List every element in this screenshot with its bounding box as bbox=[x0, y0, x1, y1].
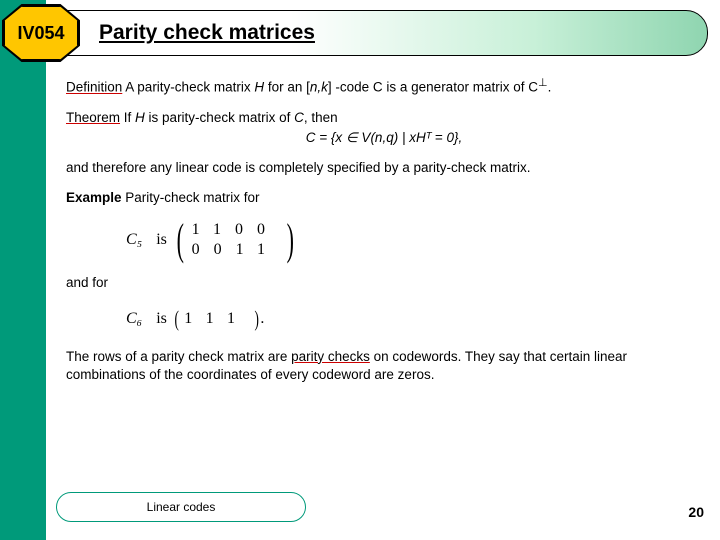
left-paren-icon: ( bbox=[177, 220, 184, 260]
definition-line: Definition A parity-check matrix H for a… bbox=[66, 76, 702, 97]
definition-keyword: Definition bbox=[66, 80, 122, 95]
text: Parity-check matrix for bbox=[122, 190, 260, 205]
theorem-line: Theorem If H is parity-check matrix of C… bbox=[66, 109, 702, 147]
text: If bbox=[120, 110, 135, 125]
var-H: H bbox=[254, 80, 264, 95]
parity-checks-term: parity checks bbox=[291, 349, 370, 364]
therefore-line: and therefore any linear code is complet… bbox=[66, 159, 702, 177]
text: The rows of a parity check matrix are bbox=[66, 349, 291, 364]
example-line: Example Parity-check matrix for bbox=[66, 189, 702, 207]
period: . bbox=[260, 308, 264, 330]
slide-title: Parity check matrices bbox=[99, 21, 315, 45]
right-paren-icon: ) bbox=[255, 304, 259, 334]
left-accent-stripe bbox=[0, 0, 46, 540]
text: , then bbox=[304, 110, 338, 125]
var-H: H bbox=[135, 110, 145, 125]
theorem-keyword: Theorem bbox=[66, 110, 120, 125]
footer-pill: Linear codes bbox=[56, 492, 306, 522]
course-code: IV054 bbox=[17, 23, 64, 44]
is-word: is bbox=[156, 229, 167, 251]
matrix-c6-values: 111 bbox=[184, 308, 249, 330]
rows-explanation: The rows of a parity check matrix are pa… bbox=[66, 348, 702, 384]
text: ] -code C is a generator matrix of C bbox=[328, 80, 538, 95]
text: . bbox=[548, 80, 552, 95]
perp-symbol: ⊥ bbox=[538, 77, 548, 89]
matrix-c5-values: 1100 0011 bbox=[192, 220, 279, 260]
var-nk: n,k bbox=[310, 80, 328, 95]
page-number: 20 bbox=[688, 504, 704, 520]
text: is parity-check matrix of bbox=[145, 110, 294, 125]
footer-label: Linear codes bbox=[147, 500, 216, 514]
text: A parity-check matrix bbox=[122, 80, 254, 95]
theorem-equation: C = {x ∈ V(n,q) | xHᵀ = 0}, bbox=[66, 129, 702, 147]
and-for-line: and for bbox=[66, 274, 702, 292]
right-paren-icon: ) bbox=[287, 220, 294, 260]
example-keyword: Example bbox=[66, 190, 122, 205]
text: for an [ bbox=[264, 80, 310, 95]
matrix-row: 1100 bbox=[192, 220, 279, 240]
matrix-c5-name: C₅ bbox=[126, 229, 142, 251]
course-badge: IV054 bbox=[4, 6, 78, 60]
matrix-c6-name: C₆ bbox=[126, 308, 142, 330]
matrix-c6: C₆ is ( 111 ) . bbox=[126, 304, 702, 334]
slide-content: Definition A parity-check matrix H for a… bbox=[66, 76, 702, 396]
left-paren-icon: ( bbox=[174, 304, 178, 334]
matrix-c5: C₅ is ( 1100 0011 ) bbox=[126, 220, 702, 260]
matrix-row: 0011 bbox=[192, 240, 279, 260]
title-bar: Parity check matrices bbox=[12, 10, 708, 56]
is-word: is bbox=[156, 308, 167, 330]
var-C: C bbox=[294, 110, 304, 125]
